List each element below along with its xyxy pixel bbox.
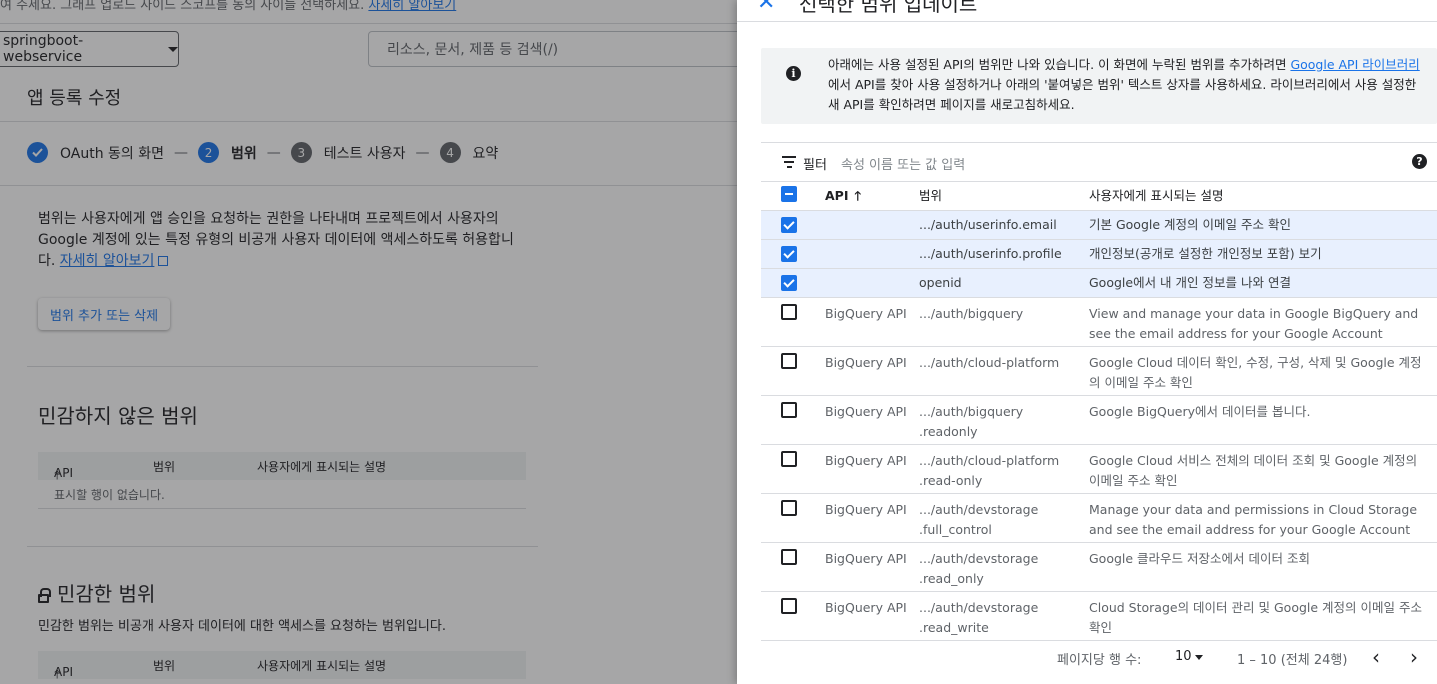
row-scope: .../auth/devstorage .full_control <box>919 502 1039 537</box>
table-row[interactable]: BigQuery API .../auth/bigquery .readonly G… <box>761 396 1437 445</box>
row-checkbox[interactable] <box>781 304 797 320</box>
row-scope: .../auth/devstorage .read_write <box>919 600 1039 635</box>
row-scope: .../auth/cloud-platform <box>919 355 1060 370</box>
col-api-label: API <box>825 188 849 203</box>
info-text-part: 에서 API를 찾아 사용 설정하거나 아래의 '붙여넣은 범위' 텍스트 상자… <box>828 77 1417 112</box>
row-scope: .../auth/bigquery .readonly <box>919 404 1024 439</box>
row-scope: .../auth/bigquery <box>919 306 1024 321</box>
checkbox-empty-icon <box>781 353 797 369</box>
row-api: BigQuery API <box>825 404 907 419</box>
checkbox-empty-icon <box>781 304 797 320</box>
filter-label: 필터 <box>803 158 827 173</box>
panel-title: 선택한 범위 업데이트 <box>799 0 978 16</box>
row-api: BigQuery API <box>825 355 907 370</box>
row-scope: .../auth/devstorage .read_only <box>919 551 1039 586</box>
row-checkbox[interactable] <box>781 402 797 418</box>
filter-icon <box>782 156 796 168</box>
info-banner: i 아래에는 사용 설정된 API의 범위만 나와 있습니다. 이 화면에 누락… <box>761 48 1437 124</box>
row-desc: Google 클라우드 저장소에서 데이터 조회 <box>1089 551 1310 566</box>
dropdown-arrow-icon <box>1195 655 1203 660</box>
table-row[interactable]: BigQuery API .../auth/cloud-platform .rea… <box>761 445 1437 494</box>
checkbox-checked-icon <box>781 217 797 233</box>
row-desc: 개인정보(공개로 설정한 개인정보 포함) 보기 <box>1089 246 1322 261</box>
row-desc: View and manage your data in Google BigQ… <box>1089 306 1419 341</box>
row-scope: .../auth/cloud-platform .read-only <box>919 453 1060 488</box>
checkbox-empty-icon <box>781 598 797 614</box>
modal-scrim[interactable] <box>0 0 737 684</box>
checkbox-empty-icon <box>781 451 797 467</box>
table-row[interactable]: BigQuery API .../auth/devstorage .read_wr… <box>761 592 1437 641</box>
arrow-up-icon: 🡑 <box>854 188 862 203</box>
row-checkbox[interactable] <box>781 549 797 565</box>
col-desc: 사용자에게 표시되는 설명 <box>1089 188 1224 203</box>
table-header: API 🡑 범위 사용자에게 표시되는 설명 <box>761 182 1437 211</box>
table-row[interactable]: BigQuery API .../auth/bigquery View and ma… <box>761 298 1437 347</box>
row-checkbox[interactable] <box>781 451 797 467</box>
close-icon[interactable]: ✕ <box>757 0 775 15</box>
info-text-part: 아래에는 사용 설정된 API의 범위만 나와 있습니다. 이 화면에 누락된 … <box>828 57 1291 72</box>
checkbox-checked-icon <box>781 275 797 291</box>
table-row[interactable]: .../auth/userinfo.profile 개인정보(공개로 설정한 개인… <box>761 240 1437 269</box>
table-body: .../auth/userinfo.email 기본 Google 계정의 이메일… <box>761 211 1437 641</box>
table-row[interactable]: BigQuery API .../auth/devstorage .full_co… <box>761 494 1437 543</box>
rows-per-page-label: 페이지당 행 수: <box>1057 653 1142 668</box>
row-desc: Google BigQuery에서 데이터를 봅니다. <box>1089 404 1311 419</box>
filter-input[interactable]: 속성 이름 또는 값 입력 <box>841 154 965 173</box>
row-desc: Google에서 내 개인 정보를 나와 연결 <box>1089 275 1291 290</box>
scopes-table: API 🡑 범위 사용자에게 표시되는 설명 .../auth/userinfo.… <box>761 182 1437 641</box>
page-range: 1 – 10 (전체 24행) <box>1237 653 1348 668</box>
row-checkbox[interactable] <box>781 246 797 262</box>
row-api: BigQuery API <box>825 453 907 468</box>
row-scope: .../auth/userinfo.email <box>919 217 1057 232</box>
col-api[interactable]: API 🡑 <box>825 186 915 206</box>
info-text: 아래에는 사용 설정된 API의 범위만 나와 있습니다. 이 화면에 누락된 … <box>828 55 1428 115</box>
table-row[interactable]: BigQuery API .../auth/devstorage .read_on… <box>761 543 1437 592</box>
table-row[interactable]: BigQuery API .../auth/cloud-platform Googl… <box>761 347 1437 396</box>
row-desc: Cloud Storage의 데이터 관리 및 Google 계정의 이메일 주… <box>1089 600 1422 635</box>
update-scopes-panel: ✕ 선택한 범위 업데이트 i 아래에는 사용 설정된 API의 범위만 나와 … <box>737 0 1437 684</box>
row-desc: 기본 Google 계정의 이메일 주소 확인 <box>1089 217 1291 232</box>
next-page-icon[interactable]: › <box>1410 645 1418 669</box>
row-api: BigQuery API <box>825 600 907 615</box>
row-api: BigQuery API <box>825 502 907 517</box>
col-scope: 범위 <box>919 188 943 203</box>
pagination: 페이지당 행 수: 10 1 – 10 (전체 24행) ‹ › <box>737 640 1437 674</box>
checkbox-empty-icon <box>781 549 797 565</box>
table-row[interactable]: openid Google에서 내 개인 정보를 나와 연결 <box>761 269 1437 298</box>
checkbox-indeterminate-icon <box>781 186 797 202</box>
rows-per-page-select[interactable]: 10 <box>1175 649 1192 664</box>
table-row[interactable]: .../auth/userinfo.email 기본 Google 계정의 이메일… <box>761 211 1437 240</box>
row-desc: Manage your data and permissions in Clou… <box>1089 502 1418 537</box>
row-scope: openid <box>919 275 962 290</box>
filter-bar[interactable]: 필터 속성 이름 또는 값 입력 ? <box>761 142 1437 182</box>
row-desc: Google Cloud 서비스 전체의 데이터 조회 및 Google 계정의… <box>1089 453 1418 488</box>
row-desc: Google Cloud 데이터 확인, 수정, 구성, 삭제 및 Google… <box>1089 355 1422 390</box>
row-api: BigQuery API <box>825 551 907 566</box>
row-checkbox[interactable] <box>781 598 797 614</box>
row-api: BigQuery API <box>825 306 907 321</box>
row-checkbox[interactable] <box>781 353 797 369</box>
prev-page-icon[interactable]: ‹ <box>1372 645 1380 669</box>
row-checkbox[interactable] <box>781 275 797 291</box>
checkbox-checked-icon <box>781 246 797 262</box>
row-checkbox[interactable] <box>781 217 797 233</box>
info-icon: i <box>786 66 801 81</box>
help-icon[interactable]: ? <box>1412 154 1427 169</box>
select-all-checkbox[interactable] <box>781 186 797 202</box>
panel-header: ✕ 선택한 범위 업데이트 <box>737 0 1437 22</box>
checkbox-empty-icon <box>781 402 797 418</box>
checkbox-empty-icon <box>781 500 797 516</box>
api-library-link[interactable]: Google API 라이브러리 <box>1290 57 1419 72</box>
row-checkbox[interactable] <box>781 500 797 516</box>
row-scope: .../auth/userinfo.profile <box>919 246 1062 261</box>
